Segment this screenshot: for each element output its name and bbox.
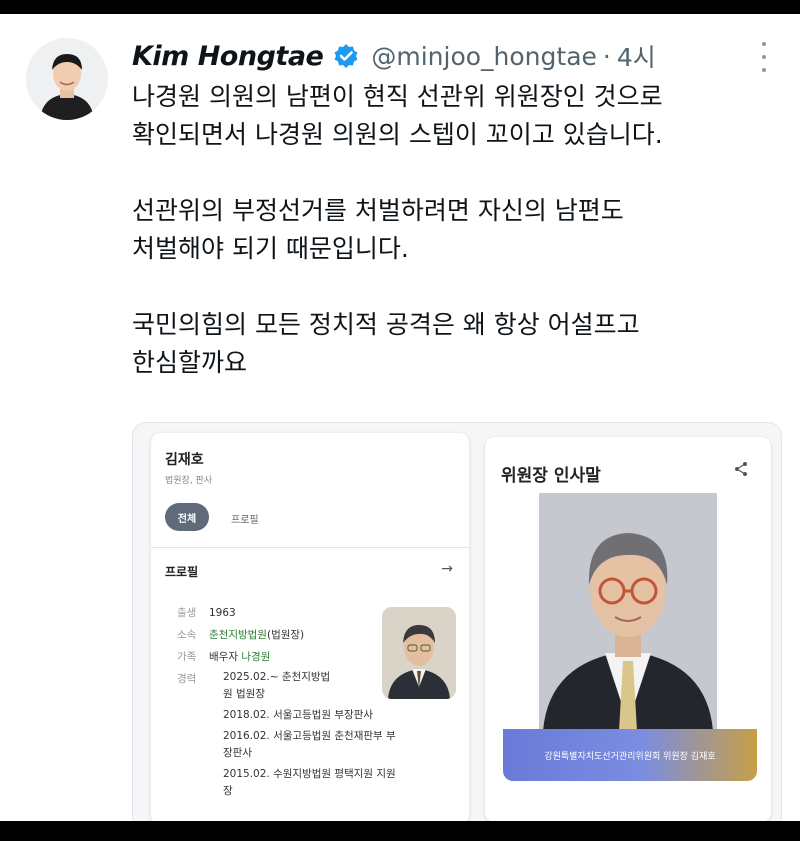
divider bbox=[151, 547, 469, 548]
career-line: 장판사 bbox=[223, 747, 252, 759]
tweet-media[interactable]: 김재호 법원장, 판사 전체 프로필 프로필 → 출생 1963 소속 춘천지방법원… bbox=[132, 422, 782, 821]
tweet: Kim Hongtae @minjoo_hongtae · 4시 나경원 의원의… bbox=[0, 14, 800, 821]
family-prefix: 배우자 bbox=[209, 651, 242, 663]
author-name[interactable]: Kim Hongtae bbox=[132, 41, 324, 72]
chairman-photo bbox=[539, 493, 717, 731]
tab-all[interactable]: 전체 bbox=[165, 503, 209, 531]
affiliation-label: 소속 bbox=[177, 629, 197, 641]
tweet-line: 처벌해야 되기 때문입니다. bbox=[132, 234, 409, 263]
header-separator: · bbox=[602, 41, 611, 71]
affiliation-link[interactable]: 춘천지방법원 bbox=[209, 629, 267, 641]
profile-subtitle: 법원장, 판사 bbox=[165, 476, 213, 486]
greeting-title: 위원장 인사말 bbox=[501, 466, 601, 486]
profile-affiliation-row: 소속 춘천지방법원(법원장) bbox=[177, 627, 304, 642]
career-label: 경력 bbox=[177, 673, 197, 685]
family-label: 가족 bbox=[177, 651, 197, 663]
birth-label: 출생 bbox=[177, 607, 197, 619]
career-line: 2016.02. 서울고등법원 춘천재판부 부 bbox=[223, 730, 396, 742]
tweet-line: 선관위의 부정선거를 처벌하려면 자신의 남편도 bbox=[132, 196, 624, 225]
profile-career-label-row: 경력 bbox=[177, 671, 209, 686]
arrow-right-icon[interactable]: → bbox=[441, 561, 453, 577]
greeting-card: 위원장 인사말 강원특별자치도선거관리위원회 위원장 김재호 bbox=[485, 437, 771, 821]
profile-birth-row: 출생 1963 bbox=[177, 605, 236, 620]
career-line: 2018.02. 서울고등법원 부장판사 bbox=[223, 709, 374, 721]
tweet-line: 한심할까요 bbox=[132, 348, 248, 377]
affiliation-suffix: (법원장) bbox=[266, 629, 305, 641]
profile-tabs: 전체 프로필 bbox=[161, 499, 459, 539]
profile-family-row: 가족 배우자 나경원 bbox=[177, 649, 270, 664]
author-handle[interactable]: @minjoo_hongtae bbox=[371, 42, 597, 71]
tweet-time[interactable]: 4시 bbox=[617, 38, 656, 74]
more-options-icon[interactable] bbox=[758, 42, 770, 72]
career-line: 2015.02. 수원지방법원 평택지원 지원 bbox=[223, 768, 396, 780]
profile-name: 김재호 bbox=[165, 452, 204, 468]
verified-badge-icon bbox=[333, 43, 359, 69]
tab-profile[interactable]: 프로필 bbox=[231, 511, 259, 526]
birth-value: 1963 bbox=[209, 607, 236, 619]
profile-photo bbox=[382, 607, 456, 699]
greeting-banner: 강원특별자치도선거관리위원회 위원장 김재호 bbox=[503, 729, 757, 781]
profile-section-title: 프로필 bbox=[165, 565, 199, 579]
tweet-header: Kim Hongtae @minjoo_hongtae · 4시 bbox=[132, 36, 656, 76]
family-link[interactable]: 나경원 bbox=[241, 651, 270, 663]
share-icon[interactable] bbox=[733, 461, 749, 477]
tweet-line: 확인되면서 나경원 의원의 스텝이 꼬이고 있습니다. bbox=[132, 120, 663, 149]
profile-card: 김재호 법원장, 판사 전체 프로필 프로필 → 출생 1963 소속 춘천지방법원… bbox=[151, 433, 469, 821]
tweet-line: 국민의힘의 모든 정치적 공격은 왜 항상 어설프고 bbox=[132, 310, 640, 339]
career-line: 장 bbox=[223, 785, 233, 797]
avatar[interactable] bbox=[26, 38, 108, 120]
tweet-line: 나경원 의원의 남편이 현직 선관위 위원장인 것으로 bbox=[132, 82, 663, 111]
tweet-text: 나경원 의원의 남편이 현직 선관위 위원장인 것으로 확인되면서 나경원 의원… bbox=[132, 78, 782, 382]
